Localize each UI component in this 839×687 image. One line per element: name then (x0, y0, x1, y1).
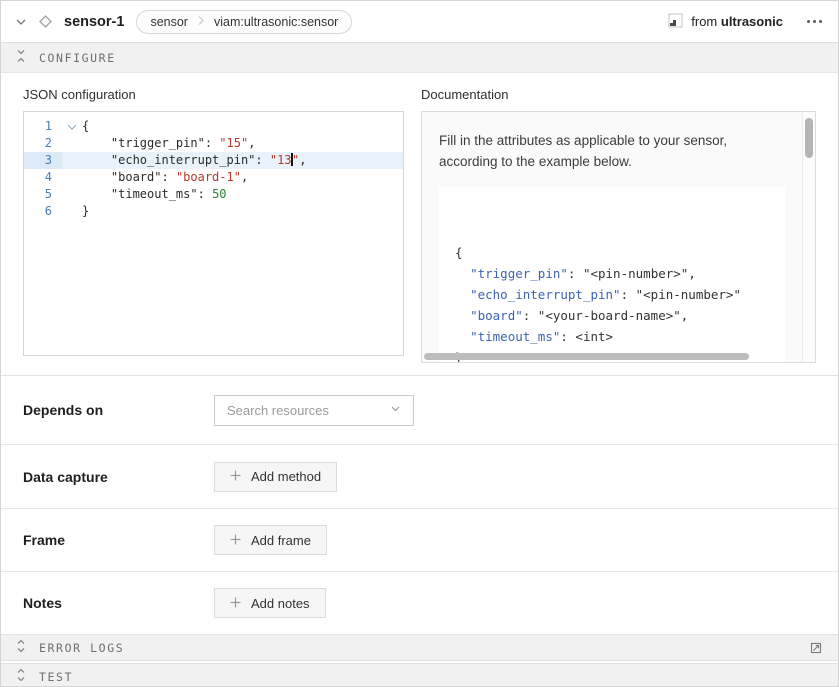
error-logs-section-label: ERROR LOGS (39, 641, 124, 655)
notes-row: Notes Add notes (1, 572, 838, 634)
component-config-card: sensor-1 sensor viam:ultrasonic:sensor f… (0, 0, 839, 687)
add-frame-button-label: Add frame (251, 533, 311, 548)
configure-section-body: JSON configuration 1{2 "trigger_pin": "1… (1, 73, 838, 375)
add-frame-button[interactable]: Add frame (214, 525, 327, 555)
component-type-badge: sensor viam:ultrasonic:sensor (136, 10, 352, 34)
chevron-down-icon[interactable] (15, 16, 27, 28)
badge-type-label: sensor (150, 15, 188, 29)
chevron-right-icon (197, 15, 205, 29)
component-header: sensor-1 sensor viam:ultrasonic:sensor f… (1, 1, 838, 43)
component-name: sensor-1 (64, 14, 124, 30)
doc-code-lines: { "trigger_pin": "<pin-number>", "echo_i… (455, 242, 769, 363)
documentation-code-block: { "trigger_pin": "<pin-number>", "echo_i… (439, 187, 785, 363)
editor-line-1[interactable]: 1{ (24, 118, 403, 135)
json-configuration-label: JSON configuration (23, 87, 404, 102)
search-resources-placeholder: Search resources (227, 403, 329, 418)
search-resources-select[interactable]: Search resources (214, 395, 414, 426)
badge-model-label: viam:ultrasonic:sensor (214, 15, 338, 29)
unfold-less-icon (16, 49, 26, 66)
doc-code-line: "trigger_pin": "<pin-number>", (455, 263, 769, 284)
component-diamond-icon (37, 13, 54, 30)
unfold-more-icon (16, 668, 26, 685)
from-text: from ultrasonic (691, 14, 783, 29)
line-number: 6 (24, 203, 62, 220)
add-method-button-label: Add method (251, 469, 321, 484)
more-options-menu[interactable] (805, 16, 824, 27)
line-number: 2 (24, 135, 62, 152)
json-editor-lines: 1{2 "trigger_pin": "15",3 "echo_interrup… (24, 118, 403, 220)
add-method-button[interactable]: Add method (214, 462, 337, 492)
line-number: 3 (24, 152, 62, 169)
line-number: 5 (24, 186, 62, 203)
test-section-bar[interactable]: TEST (1, 663, 838, 687)
module-icon (668, 13, 683, 31)
plus-icon (230, 596, 241, 611)
editor-line-3[interactable]: 3 "echo_interrupt_pin": "13", (24, 152, 403, 169)
panel-vertical-scrollbar-track (802, 112, 815, 362)
error-logs-section-bar[interactable]: ERROR LOGS (1, 634, 838, 661)
doc-code-line: { (455, 242, 769, 263)
json-editor[interactable]: 1{2 "trigger_pin": "15",3 "echo_interrup… (23, 111, 404, 356)
data-capture-label: Data capture (23, 469, 214, 485)
from-module-link[interactable]: from ultrasonic (668, 13, 783, 31)
frame-row: Frame Add frame (1, 509, 838, 572)
configure-section-label: CONFIGURE (39, 51, 116, 65)
chevron-down-icon (390, 401, 401, 419)
configure-section-bar[interactable]: CONFIGURE (1, 43, 838, 73)
panel-vertical-scrollbar[interactable] (805, 118, 813, 158)
line-number: 4 (24, 169, 62, 186)
depends-on-label: Depends on (23, 402, 214, 418)
documentation-panel: Fill in the attributes as applicable to … (421, 111, 816, 363)
frame-label: Frame (23, 532, 214, 548)
doc-code-line: "echo_interrupt_pin": "<pin-number>" (455, 284, 769, 305)
plus-icon (230, 469, 241, 484)
data-capture-row: Data capture Add method (1, 445, 838, 509)
add-notes-button-label: Add notes (251, 596, 310, 611)
doc-code-line: "timeout_ms": <int> (455, 326, 769, 347)
line-number: 1 (24, 118, 62, 135)
panel-horizontal-scrollbar[interactable] (424, 353, 749, 360)
editor-line-4[interactable]: 4 "board": "board-1", (24, 169, 403, 186)
unfold-more-icon (16, 639, 26, 656)
editor-line-5[interactable]: 5 "timeout_ms": 50 (24, 186, 403, 203)
doc-code-line: "board": "<your-board-name>", (455, 305, 769, 326)
plus-icon (230, 533, 241, 548)
test-section-label: TEST (39, 670, 73, 684)
open-in-new-icon[interactable] (809, 641, 823, 655)
editor-line-2[interactable]: 2 "trigger_pin": "15", (24, 135, 403, 152)
notes-label: Notes (23, 595, 214, 611)
attribute-rows: Depends on Search resources Data capture… (1, 375, 838, 634)
module-name: ultrasonic (721, 14, 783, 29)
fold-chevron-icon[interactable] (68, 121, 76, 129)
depends-on-row: Depends on Search resources (1, 376, 838, 445)
add-notes-button[interactable]: Add notes (214, 588, 326, 618)
documentation-label: Documentation (421, 87, 816, 102)
editor-line-6[interactable]: 6} (24, 203, 403, 220)
documentation-intro: Fill in the attributes as applicable to … (439, 130, 784, 172)
